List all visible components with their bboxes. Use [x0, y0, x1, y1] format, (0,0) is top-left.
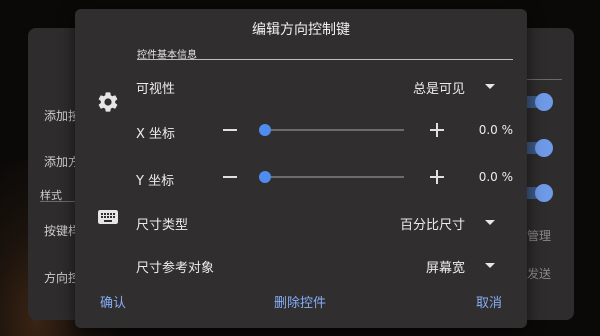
- bg-send-link[interactable]: 发送: [527, 265, 551, 282]
- chevron-down-icon: [485, 220, 495, 225]
- y-coord-slider[interactable]: [259, 170, 404, 184]
- y-coord-value: 0.0 %: [478, 170, 513, 184]
- size-type-dropdown[interactable]: 百分比尺寸: [365, 214, 495, 234]
- keyboard-icon[interactable]: [96, 205, 120, 229]
- size-type-label: 尺寸类型: [136, 218, 189, 233]
- x-coord-value: 0.0 %: [478, 123, 513, 137]
- cancel-button[interactable]: 取消: [476, 292, 502, 311]
- visibility-value: 总是可见: [412, 82, 465, 97]
- slider-track: [259, 176, 404, 178]
- size-ref-dropdown[interactable]: 屏幕宽: [375, 257, 495, 277]
- x-decrease-button[interactable]: [219, 119, 241, 141]
- section-divider: [137, 59, 513, 60]
- size-type-value: 百分比尺寸: [399, 218, 465, 233]
- bg-manage-link[interactable]: 管理: [527, 227, 551, 244]
- confirm-button[interactable]: 确认: [100, 292, 126, 311]
- size-ref-label: 尺寸参考对象: [136, 261, 215, 276]
- y-decrease-button[interactable]: [219, 166, 241, 188]
- visibility-label: 可视性: [136, 82, 176, 97]
- chevron-down-icon: [485, 84, 495, 89]
- gear-icon[interactable]: [96, 90, 120, 114]
- x-increase-button[interactable]: [426, 119, 448, 141]
- visibility-dropdown[interactable]: 总是可见: [375, 78, 495, 98]
- chevron-down-icon: [485, 263, 495, 268]
- delete-control-button[interactable]: 删除控件: [274, 292, 326, 311]
- x-coord-slider[interactable]: [259, 123, 404, 137]
- y-coord-label: Y 坐标: [136, 174, 175, 189]
- dialog-title: 编辑方向控制键: [252, 22, 350, 38]
- slider-thumb[interactable]: [259, 124, 271, 136]
- slider-track: [259, 129, 404, 131]
- slider-thumb[interactable]: [259, 171, 271, 183]
- y-increase-button[interactable]: [426, 166, 448, 188]
- x-coord-label: X 坐标: [136, 127, 176, 142]
- size-ref-value: 屏幕宽: [425, 261, 465, 276]
- edit-dpad-dialog: 编辑方向控制键 控件基本信息 可视性 总是可见 X 坐标 0.0 % Y 坐标 …: [75, 9, 527, 328]
